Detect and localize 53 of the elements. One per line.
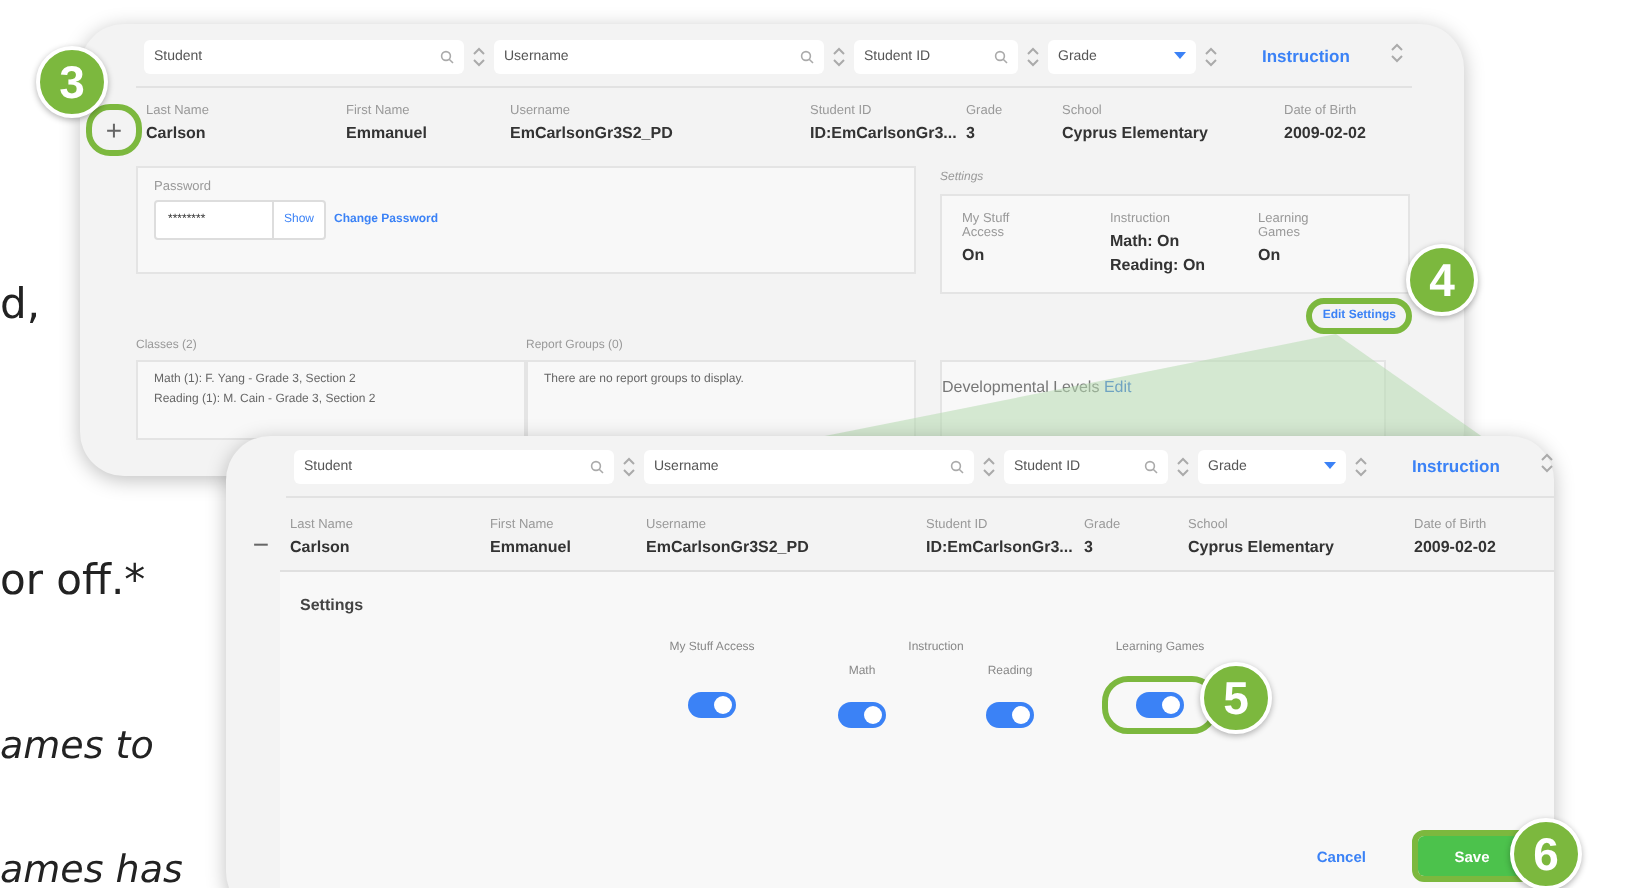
step-number-badge: 6 <box>1510 818 1582 888</box>
sort-icon[interactable] <box>1354 455 1368 477</box>
search-icon <box>1144 459 1158 473</box>
body-text-fragment: ames to <box>0 724 154 768</box>
field-value: EmCarlsonGr3S2_PD <box>510 124 675 142</box>
step-number-badge: 5 <box>1200 662 1272 734</box>
caret-icon <box>1174 52 1186 60</box>
field-value: ID:EmCarlsonGr3... <box>810 124 959 142</box>
search-icon <box>440 49 454 63</box>
toggle-switch[interactable] <box>1136 692 1184 718</box>
search-icon <box>994 49 1008 63</box>
sort-icon[interactable] <box>982 455 996 477</box>
field-value: 2009-02-02 <box>1414 538 1498 556</box>
sort-icon[interactable] <box>1389 42 1404 64</box>
field-value: 3 <box>1084 538 1095 556</box>
step-number-badge: 4 <box>1406 244 1478 316</box>
settings-title: Settings <box>300 596 366 614</box>
step-number-badge: 3 <box>36 46 108 118</box>
search-icon <box>950 459 964 473</box>
field-value: EmCarlsonGr3S2_PD <box>646 538 811 556</box>
field-value: ID:EmCarlsonGr3... <box>926 538 1075 556</box>
sort-icon[interactable] <box>1026 45 1040 67</box>
body-text-fragment: or off.* <box>0 556 146 604</box>
setting-value: Math: On <box>1110 232 1182 250</box>
field-value: 2009-02-02 <box>1284 124 1368 142</box>
search-icon <box>800 49 814 63</box>
field-value: Emmanuel <box>490 538 573 556</box>
sort-icon[interactable] <box>622 455 636 477</box>
field-value: 3 <box>966 124 977 142</box>
toggle-switch[interactable] <box>838 702 886 728</box>
instruction-link[interactable]: Instruction <box>1262 46 1350 66</box>
setting-value: On <box>962 246 987 264</box>
field-value: Cyprus Elementary <box>1062 124 1210 142</box>
toggle-switch[interactable] <box>688 692 736 718</box>
body-text-fragment: d, <box>0 280 41 328</box>
search-icon <box>590 459 604 473</box>
sort-icon[interactable] <box>1539 452 1554 474</box>
instruction-link[interactable]: Instruction <box>1412 456 1500 476</box>
sort-icon[interactable] <box>1176 455 1190 477</box>
sort-icon[interactable] <box>472 45 486 67</box>
sort-icon[interactable] <box>832 45 846 67</box>
toggle-switch[interactable] <box>986 702 1034 728</box>
field-value: Cyprus Elementary <box>1188 538 1336 556</box>
setting-value: Reading: On <box>1110 256 1208 274</box>
collapse-button[interactable]: − <box>242 524 280 564</box>
field-value: Carlson <box>290 538 352 556</box>
field-value: Carlson <box>146 124 208 142</box>
field-value: Emmanuel <box>346 124 429 142</box>
sort-icon[interactable] <box>1204 45 1218 67</box>
caret-icon <box>1324 462 1336 470</box>
setting-value: On <box>1258 246 1283 264</box>
body-text-fragment: ames has <box>0 848 183 888</box>
developmental-levels-label: Developmental Levels Edit <box>942 378 1132 396</box>
